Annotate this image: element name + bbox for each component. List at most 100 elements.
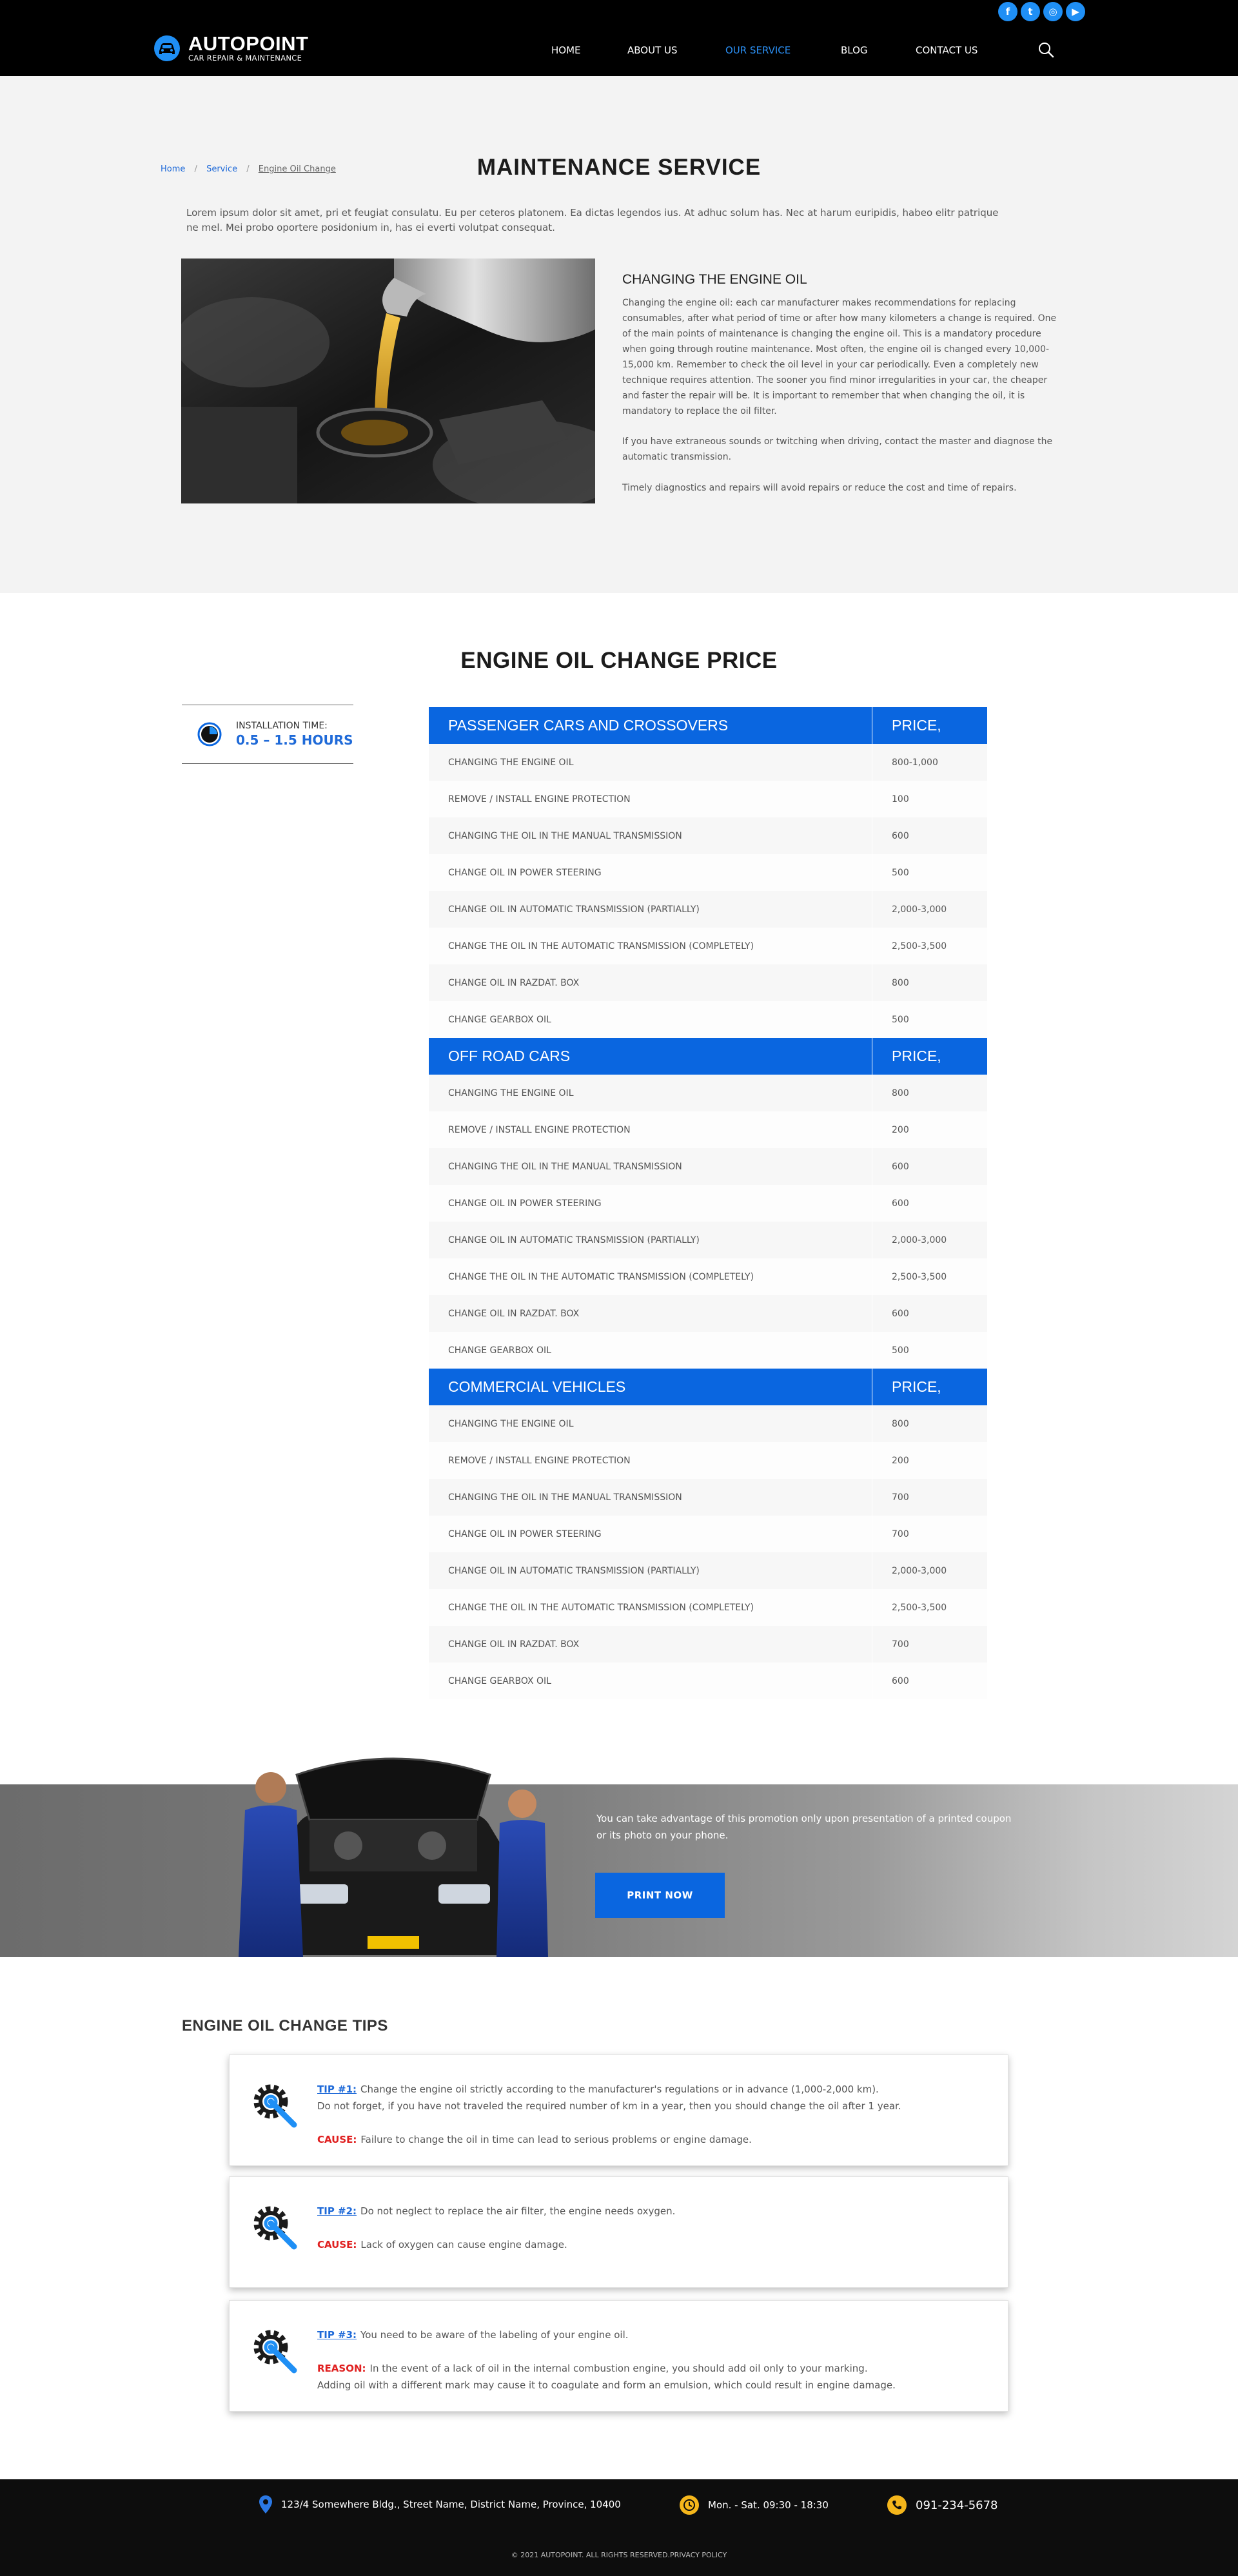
service-price: 500 (892, 1014, 909, 1025)
price-group-rows: CHANGING THE ENGINE OIL 800-1,000 REMOVE /… (429, 744, 987, 1038)
nav-home[interactable]: HOME (551, 44, 627, 56)
site-footer (0, 2479, 1238, 2576)
service-name: CHANGE OIL IN AUTOMATIC TRANSMISSION (PA… (429, 1552, 872, 1589)
service-price: 800 (892, 1088, 909, 1098)
service-name: CHANGE OIL IN POWER STEERING (429, 854, 872, 891)
tip-text: You need to be aware of the labeling of … (360, 2329, 629, 2341)
table-row: CHANGING THE OIL IN THE MANUAL TRANSMISS… (429, 1479, 987, 1516)
table-row: CHANGE THE OIL IN THE AUTOMATIC TRANSMIS… (429, 1258, 987, 1295)
table-row: CHANGE OIL IN AUTOMATIC TRANSMISSION (PA… (429, 1552, 987, 1589)
service-price: 800-1,000 (892, 757, 938, 768)
map-pin-icon (259, 2495, 272, 2513)
service-name: CHANGE GEARBOX OIL (429, 1332, 872, 1369)
nav-contact-us[interactable]: CONTACT US (916, 44, 1038, 56)
service-name: REMOVE / INSTALL ENGINE PROTECTION (429, 781, 872, 817)
facebook-icon[interactable]: f (998, 2, 1017, 21)
page-title: MAINTENANCE SERVICE (477, 155, 761, 180)
nav-blog[interactable]: BLOG (841, 44, 916, 56)
table-row: CHANGE OIL IN AUTOMATIC TRANSMISSION (PA… (429, 891, 987, 928)
group-name: OFF ROAD CARS (429, 1038, 872, 1075)
instagram-icon[interactable]: ◎ (1043, 2, 1063, 21)
table-row: CHANGING THE OIL IN THE MANUAL TRANSMISS… (429, 1148, 987, 1185)
service-name: CHANGING THE ENGINE OIL (429, 1075, 872, 1111)
price-table: PASSENGER CARS AND CROSSOVERS PRICE, CHANG… (429, 707, 987, 1699)
service-price: 500 (892, 1345, 909, 1356)
service-price: 2,500-3,500 (892, 1271, 947, 1282)
tips-title: ENGINE OIL CHANGE TIPS (182, 2017, 388, 2034)
table-row: CHANGE OIL IN POWER STEERING 500 (429, 854, 987, 891)
youtube-icon[interactable]: ▶ (1066, 2, 1085, 21)
service-name: CHANGE OIL IN RAZDAT. BOX (429, 1295, 872, 1332)
gear-wrench-icon (249, 2325, 300, 2377)
price-group-rows: CHANGING THE ENGINE OIL 800 REMOVE / INSTA… (429, 1075, 987, 1369)
price-column-header: PRICE, (892, 717, 941, 734)
phone-link[interactable]: 091-234-5678 (916, 2499, 998, 2512)
service-name: CHANGE OIL IN POWER STEERING (429, 1516, 872, 1552)
car-logo-icon (154, 35, 180, 61)
nav-about-us[interactable]: ABOUT US (627, 44, 725, 56)
service-name: CHANGE THE OIL IN THE AUTOMATIC TRANSMIS… (429, 1258, 872, 1295)
site-logo[interactable]: AUTOPOINT CAR REPAIR & MAINTENANCE (153, 34, 309, 63)
article-heading: CHANGING THE ENGINE OIL (622, 272, 807, 287)
service-price: 2,000-3,000 (892, 1234, 947, 1245)
gear-wrench-icon (249, 2201, 300, 2253)
tip-text: Do not forget, if you have not traveled … (317, 2100, 901, 2112)
social-links: f t ◎ ▶ (998, 2, 1085, 21)
article-paragraph: Changing the engine oil: each car manufa… (622, 298, 1057, 416)
table-row: CHANGE OIL IN POWER STEERING 600 (429, 1185, 987, 1222)
search-icon[interactable] (1037, 41, 1054, 58)
group-name: COMMERCIAL VEHICLES (429, 1369, 872, 1405)
intro-text: Lorem ipsum dolor sit amet, pri et feugi… (186, 207, 999, 233)
price-column-header: PRICE, (892, 1048, 941, 1064)
service-name: CHANGE GEARBOX OIL (429, 1001, 872, 1038)
service-price: 500 (892, 867, 909, 878)
service-price: 200 (892, 1455, 909, 1466)
service-name: CHANGING THE OIL IN THE MANUAL TRANSMISS… (429, 817, 872, 854)
table-row: CHANGE OIL IN AUTOMATIC TRANSMISSION (PA… (429, 1222, 987, 1258)
service-name: CHANGING THE ENGINE OIL (429, 1405, 872, 1442)
service-name: CHANGE OIL IN RAZDAT. BOX (429, 964, 872, 1001)
service-price: 2,500-3,500 (892, 941, 947, 951)
clock-icon (197, 722, 222, 746)
footer-address: 123/4 Somewhere Bldg., Street Name, Dist… (259, 2495, 621, 2513)
table-row: CHANGING THE OIL IN THE MANUAL TRANSMISS… (429, 817, 987, 854)
service-price: 800 (892, 977, 909, 988)
service-price: 700 (892, 1492, 909, 1503)
tip-card: TIP #2: Do not neglect to replace the air… (229, 2176, 1008, 2288)
table-row: CHANGE OIL IN RAZDAT. BOX 600 (429, 1295, 987, 1332)
nav-our-service[interactable]: OUR SERVICE (725, 44, 841, 56)
table-row: CHANGE THE OIL IN THE AUTOMATIC TRANSMIS… (429, 1589, 987, 1626)
service-name: CHANGE GEARBOX OIL (429, 1663, 872, 1699)
table-row: CHANGE OIL IN RAZDAT. BOX 800 (429, 964, 987, 1001)
group-name: PASSENGER CARS AND CROSSOVERS (429, 707, 872, 744)
mechanics-car-image (239, 1757, 548, 1957)
footer-hours: Mon. - Sat. 09:30 - 18:30 (680, 2495, 829, 2515)
service-name: REMOVE / INSTALL ENGINE PROTECTION (429, 1111, 872, 1148)
service-name: CHANGING THE OIL IN THE MANUAL TRANSMISS… (429, 1148, 872, 1185)
address-text: 123/4 Somewhere Bldg., Street Name, Dist… (281, 2499, 621, 2510)
service-name: CHANGE OIL IN POWER STEERING (429, 1185, 872, 1222)
service-price: 600 (892, 1198, 909, 1209)
cause-text: Failure to change the oil in time can le… (360, 2134, 752, 2145)
tip-label: TIP #3: (317, 2329, 357, 2341)
table-row: CHANGING THE ENGINE OIL 800-1,000 (429, 744, 987, 781)
service-name: REMOVE / INSTALL ENGINE PROTECTION (429, 1442, 872, 1479)
table-row: CHANGING THE ENGINE OIL 800 (429, 1075, 987, 1111)
service-name: CHANGE THE OIL IN THE AUTOMATIC TRANSMIS… (429, 1589, 872, 1626)
service-price: 600 (892, 1308, 909, 1319)
main-nav: HOME ABOUT US OUR SERVICE BLOG CONTACT U… (551, 44, 1038, 56)
installation-value: 0.5 – 1.5 HOURS (236, 732, 353, 748)
copyright: © 2021 AUTOPOINT. ALL RIGHTS RESERVED.PR… (511, 2551, 727, 2559)
twitter-icon[interactable]: t (1021, 2, 1040, 21)
table-row: CHANGING THE ENGINE OIL 800 (429, 1405, 987, 1442)
logo-name: AUTOPOINT (188, 32, 309, 55)
service-price: 200 (892, 1124, 909, 1135)
price-column-header: PRICE, (892, 1378, 941, 1395)
tip-text: Do not neglect to replace the air filter… (360, 2205, 676, 2217)
cause-label: CAUSE: (317, 2239, 357, 2250)
reason-text: Adding oil with a different mark may cau… (317, 2379, 896, 2391)
table-row: CHANGE GEARBOX OIL 500 (429, 1332, 987, 1369)
promo-text: You can take advantage of this promotion… (596, 1813, 1012, 1841)
print-now-button[interactable]: PRINT NOW (595, 1873, 725, 1918)
tip-label: TIP #1: (317, 2083, 357, 2095)
